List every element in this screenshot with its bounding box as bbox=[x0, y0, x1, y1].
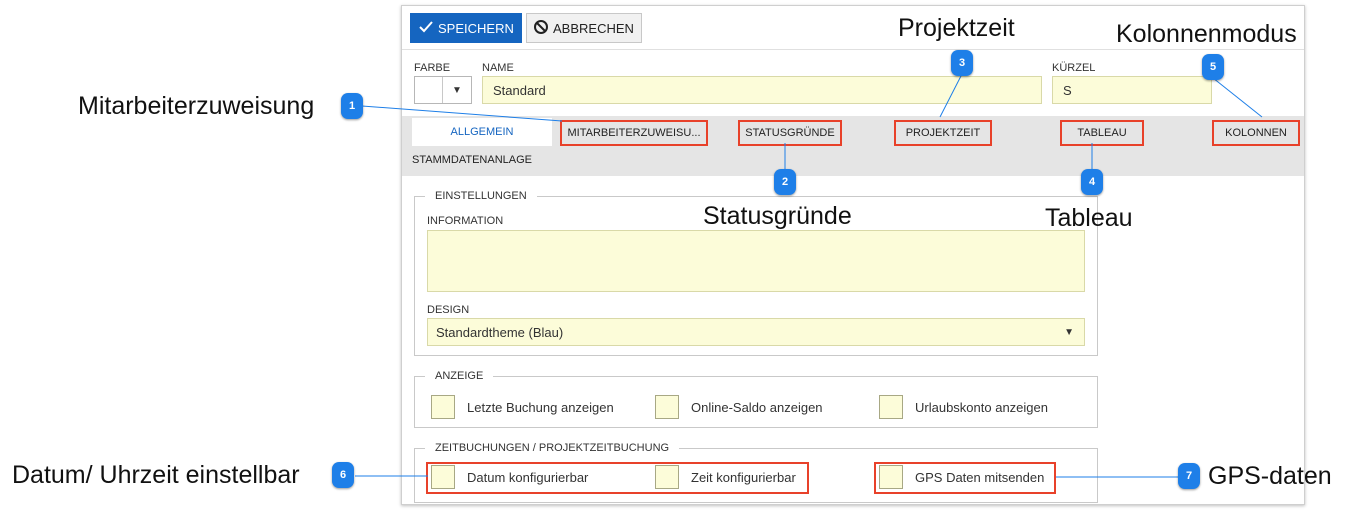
annotation-label-4: Tableau bbox=[1045, 204, 1133, 232]
annotation-badge-7: 7 bbox=[1178, 463, 1200, 489]
cancel-icon bbox=[533, 19, 549, 38]
anzeige-legend: ANZEIGE bbox=[425, 370, 494, 382]
tab-mitarbeiterzuweisung[interactable]: MITARBEITERZUWEISU... bbox=[560, 120, 708, 146]
annotation-badge-4: 4 bbox=[1081, 169, 1103, 195]
annotation-label-5: Kolonnenmodus bbox=[1116, 20, 1297, 48]
annotation-label-2: Statusgründe bbox=[703, 202, 852, 230]
tab-bar: ALLGEMEIN MITARBEITERZUWEISU... STATUSGR… bbox=[402, 116, 1304, 176]
settings-panel: SPEICHERN ABBRECHEN FARBE ▼ NAME Standar… bbox=[401, 5, 1305, 505]
checkbox-label: Online-Saldo anzeigen bbox=[691, 399, 823, 415]
annotation-badge-5: 5 bbox=[1202, 54, 1224, 80]
einstellungen-legend: EINSTELLUNGEN bbox=[425, 190, 537, 202]
design-select[interactable]: Standardtheme (Blau) ▼ bbox=[427, 318, 1085, 346]
highlight-datum-zeit bbox=[426, 462, 809, 494]
checkbox-box[interactable] bbox=[879, 395, 903, 419]
checkbox-label: Letzte Buchung anzeigen bbox=[467, 399, 614, 415]
tab-stammdatenanlage[interactable]: STAMMDATENANLAGE bbox=[412, 154, 532, 166]
check-icon bbox=[418, 20, 434, 37]
name-label: NAME bbox=[482, 62, 514, 74]
save-label: SPEICHERN bbox=[438, 20, 514, 36]
name-input[interactable]: Standard bbox=[482, 76, 1042, 104]
anzeige-group: ANZEIGE Letzte Buchung anzeigen Online-S… bbox=[414, 370, 1098, 428]
kuerzel-label: KÜRZEL bbox=[1052, 62, 1096, 74]
farbe-label: FARBE bbox=[414, 62, 451, 74]
chevron-down-icon: ▼ bbox=[1064, 326, 1074, 338]
checkbox-letzte-buchung[interactable]: Letzte Buchung anzeigen bbox=[431, 395, 614, 419]
checkbox-online-saldo[interactable]: Online-Saldo anzeigen bbox=[655, 395, 823, 419]
information-label: INFORMATION bbox=[427, 215, 504, 227]
annotation-label-3: Projektzeit bbox=[898, 14, 1015, 42]
annotation-badge-3: 3 bbox=[951, 50, 973, 76]
color-picker[interactable]: ▼ bbox=[414, 76, 472, 104]
save-button[interactable]: SPEICHERN bbox=[410, 13, 522, 43]
checkbox-label: Urlaubskonto anzeigen bbox=[915, 399, 1048, 415]
tab-allgemein[interactable]: ALLGEMEIN bbox=[412, 118, 552, 146]
annotation-badge-6: 6 bbox=[332, 462, 354, 488]
cancel-label: ABBRECHEN bbox=[553, 20, 634, 36]
color-swatch bbox=[415, 77, 443, 103]
checkbox-box[interactable] bbox=[655, 395, 679, 419]
kuerzel-input[interactable]: S bbox=[1052, 76, 1212, 104]
highlight-gps bbox=[874, 462, 1056, 494]
checkbox-urlaubskonto[interactable]: Urlaubskonto anzeigen bbox=[879, 395, 1048, 419]
tab-statusgruende[interactable]: STATUSGRÜNDE bbox=[738, 120, 842, 146]
design-label: DESIGN bbox=[427, 304, 470, 316]
annotation-badge-1: 1 bbox=[341, 93, 363, 119]
tab-tableau[interactable]: TABLEAU bbox=[1060, 120, 1144, 146]
design-value: Standardtheme (Blau) bbox=[436, 324, 564, 340]
chevron-down-icon[interactable]: ▼ bbox=[443, 77, 471, 103]
annotation-label-6: Datum/ Uhrzeit einstellbar bbox=[12, 461, 300, 489]
annotation-badge-2: 2 bbox=[774, 169, 796, 195]
tab-projektzeit[interactable]: PROJEKTZEIT bbox=[894, 120, 992, 146]
checkbox-box[interactable] bbox=[431, 395, 455, 419]
annotation-label-7: GPS-daten bbox=[1208, 462, 1332, 490]
tab-kolonnen[interactable]: KOLONNEN bbox=[1212, 120, 1300, 146]
zeitbuchungen-legend: ZEITBUCHUNGEN / PROJEKTZEITBUCHUNG bbox=[425, 442, 680, 454]
information-textarea[interactable] bbox=[427, 230, 1085, 292]
cancel-button[interactable]: ABBRECHEN bbox=[526, 13, 642, 43]
annotation-label-1: Mitarbeiterzuweisung bbox=[78, 92, 315, 120]
